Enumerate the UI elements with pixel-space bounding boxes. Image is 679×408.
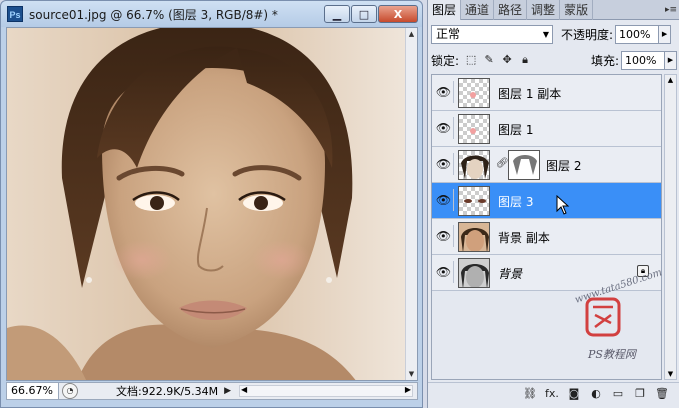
tab-paths[interactable]: 路径 bbox=[494, 0, 528, 20]
blend-mode-value: 正常 bbox=[436, 26, 461, 41]
layer-name[interactable]: 图层 1 bbox=[498, 121, 533, 138]
tab-layers[interactable]: 图层 bbox=[428, 0, 462, 20]
layer-row[interactable]: 👁︎ 图层 1 副本 bbox=[432, 75, 661, 111]
fill-label: 填充: bbox=[590, 53, 619, 68]
new-layer-icon[interactable]: ❐ bbox=[630, 386, 650, 402]
layers-panel: 图层 通道 路径 调整 蒙版 ▸≡ 正常 ▼ 不透明度: 100% ▶ 锁定: … bbox=[427, 0, 679, 408]
tab-adjustments[interactable]: 调整 bbox=[527, 0, 561, 20]
layer-name[interactable]: 图层 3 bbox=[498, 193, 533, 210]
link-icon[interactable]: ⛓︎ bbox=[520, 386, 540, 402]
tab-masks[interactable]: 蒙版 bbox=[560, 0, 594, 20]
watermark-site-name: PS教程网 bbox=[588, 348, 636, 361]
blend-mode-select[interactable]: 正常 ▼ bbox=[431, 24, 553, 44]
opacity-slider-arrow-icon[interactable]: ▶ bbox=[659, 24, 672, 44]
panel-tabs: 图层 通道 路径 调整 蒙版 ▸≡ bbox=[428, 0, 679, 20]
status-menu-icon[interactable]: ◔ bbox=[62, 383, 78, 399]
chevron-down-icon: ▼ bbox=[542, 29, 549, 39]
fill-input[interactable]: 100% bbox=[621, 50, 665, 70]
layer-thumbnail bbox=[458, 150, 490, 180]
layer-mask-link-icon[interactable]: 🔗︎ bbox=[496, 158, 509, 169]
lock-position-icon[interactable]: ✥ bbox=[501, 54, 513, 66]
eye-visibility-icon[interactable]: 👁︎ bbox=[434, 81, 454, 103]
lock-transparent-pixels-icon[interactable]: ⬚ bbox=[465, 54, 477, 66]
scroll-down-arrow-icon[interactable]: ▼ bbox=[406, 368, 417, 380]
layer-row[interactable]: 👁︎ 背景 副本 bbox=[432, 219, 661, 255]
mouse-cursor-icon bbox=[556, 195, 570, 215]
layer-name[interactable]: 图层 1 副本 bbox=[498, 85, 561, 102]
lock-label: 锁定: bbox=[431, 53, 460, 68]
scroll-up-arrow-icon[interactable]: ▲ bbox=[665, 76, 676, 84]
document-size-info: 文档:922.9K/5.34M bbox=[116, 385, 219, 398]
mask-icon[interactable]: ◙ bbox=[564, 386, 584, 402]
scroll-left-arrow-icon[interactable]: ◀ bbox=[241, 385, 247, 394]
fill-slider-arrow-icon[interactable]: ▶ bbox=[665, 50, 677, 70]
layer-row[interactable]: 👁︎ 🔗︎ 图层 2 bbox=[432, 147, 661, 183]
lock-fill-row: 锁定: ⬚ ✎ ✥ 🔒︎ 填充: 100% ▶ bbox=[431, 50, 677, 70]
maximize-button[interactable]: □ bbox=[351, 5, 377, 23]
scroll-down-arrow-icon[interactable]: ▼ bbox=[665, 370, 676, 378]
image-canvas[interactable]: ▲ ▼ bbox=[6, 27, 418, 381]
layer-row-selected[interactable]: 👁︎ 图层 3 bbox=[432, 183, 661, 219]
blend-opacity-row: 正常 ▼ 不透明度: 100% ▶ bbox=[431, 24, 677, 44]
eye-visibility-icon[interactable]: 👁︎ bbox=[434, 225, 454, 247]
scroll-right-arrow-icon[interactable]: ▶ bbox=[405, 385, 411, 394]
opacity-label: 不透明度: bbox=[561, 27, 614, 42]
eye-visibility-icon[interactable]: 👁︎ bbox=[434, 117, 454, 139]
photoshop-app-icon: Ps bbox=[7, 6, 23, 22]
group-icon[interactable]: ▭ bbox=[608, 386, 628, 402]
close-button[interactable]: X bbox=[378, 5, 418, 23]
layer-thumbnail bbox=[458, 222, 490, 252]
lock-image-pixels-icon[interactable]: ✎ bbox=[483, 54, 495, 66]
canvas-vertical-scrollbar[interactable]: ▲ ▼ bbox=[405, 28, 417, 380]
zoom-level-field[interactable]: 66.67% bbox=[7, 383, 59, 399]
layers-vertical-scrollbar[interactable]: ▲ ▼ bbox=[664, 74, 677, 380]
layer-name[interactable]: 背景 bbox=[498, 265, 522, 282]
layers-panel-footer: ⛓︎ fx. ◙ ◐ ▭ ❐ 🗑︎ bbox=[428, 382, 679, 404]
panel-menu-icon[interactable]: ▸≡ bbox=[662, 0, 679, 19]
eye-visibility-icon[interactable]: 👁︎ bbox=[434, 153, 454, 175]
document-title: source01.jpg @ 66.7% (图层 3, RGB/8#) * bbox=[29, 8, 278, 22]
opacity-input[interactable]: 100% bbox=[615, 24, 660, 44]
document-window: Ps source01.jpg @ 66.7% (图层 3, RGB/8#) *… bbox=[0, 0, 423, 408]
document-title-bar[interactable]: Ps source01.jpg @ 66.7% (图层 3, RGB/8#) *… bbox=[1, 1, 422, 27]
lock-all-icon[interactable]: 🔒︎ bbox=[519, 54, 531, 66]
fx-icon[interactable]: fx. bbox=[542, 386, 562, 402]
layer-name[interactable]: 图层 2 bbox=[546, 157, 581, 174]
tab-channels[interactable]: 通道 bbox=[461, 0, 495, 20]
status-arrow-icon[interactable]: ▶ bbox=[224, 386, 231, 396]
layer-row[interactable]: 👁︎ 图层 1 bbox=[432, 111, 661, 147]
layer-thumbnail bbox=[458, 186, 490, 216]
trash-icon[interactable]: 🗑︎ bbox=[652, 386, 672, 402]
layer-thumbnail bbox=[458, 78, 490, 108]
layer-mask-thumbnail[interactable] bbox=[508, 150, 540, 180]
adjustment-icon[interactable]: ◐ bbox=[586, 386, 606, 402]
layers-list: 👁︎ 图层 1 副本 👁︎ 图层 1 👁︎ 🔗︎ 图层 2 👁︎ 图层 3 👁︎… bbox=[431, 74, 662, 380]
eye-visibility-icon[interactable]: 👁︎ bbox=[434, 189, 454, 211]
status-bar: 66.67% ◔ 文档:922.9K/5.34M ▶ ◀ ▶ bbox=[6, 382, 418, 400]
canvas-horizontal-scrollbar[interactable]: ◀ ▶ bbox=[239, 385, 413, 397]
layer-thumbnail bbox=[458, 258, 490, 288]
eye-visibility-icon[interactable]: 👁︎ bbox=[434, 261, 454, 283]
portrait-photo bbox=[7, 28, 407, 380]
layer-name[interactable]: 背景 副本 bbox=[498, 229, 550, 246]
scroll-up-arrow-icon[interactable]: ▲ bbox=[406, 28, 417, 40]
layer-thumbnail bbox=[458, 114, 490, 144]
minimize-button[interactable]: ▁ bbox=[324, 5, 350, 23]
